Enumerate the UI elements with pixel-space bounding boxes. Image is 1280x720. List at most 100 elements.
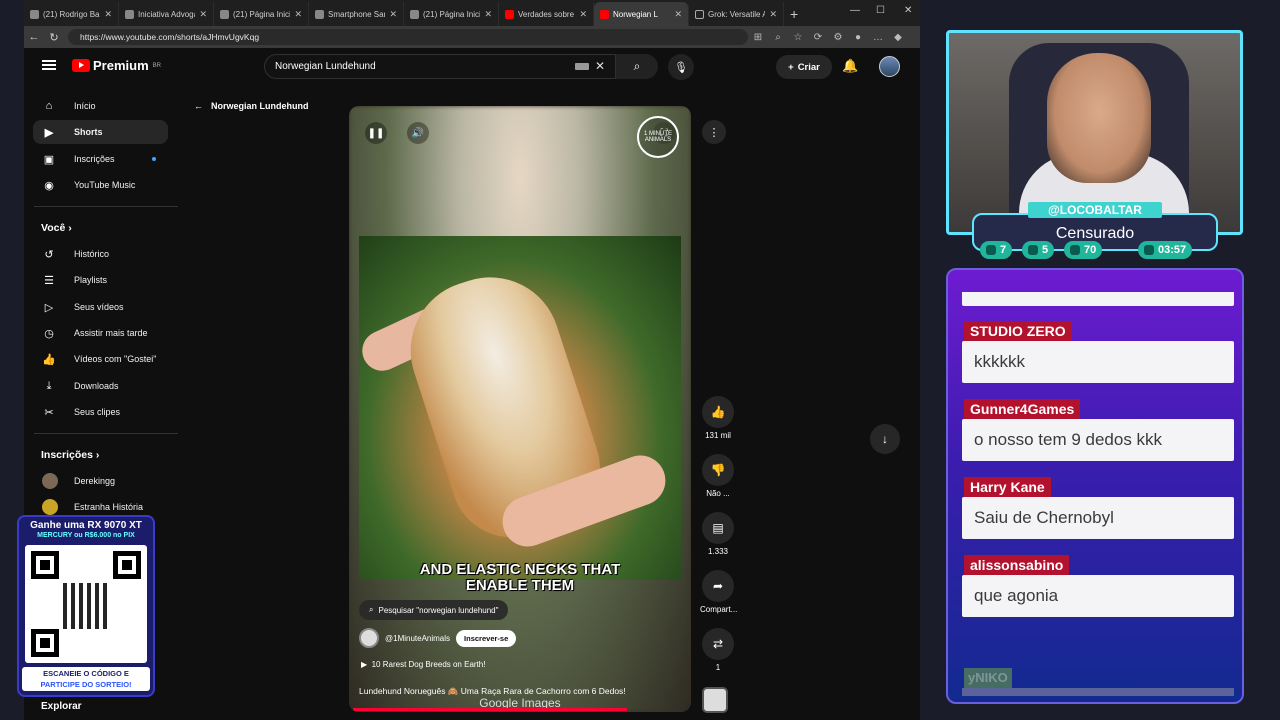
browser-tab[interactable]: (21) Rodrigo Balta✕ (24, 2, 119, 26)
avatar[interactable] (879, 56, 900, 77)
youtube-icon (1028, 245, 1038, 255)
close-window-icon[interactable]: ✕ (904, 5, 912, 16)
clips-icon: ✂ (44, 406, 54, 419)
browser-tab[interactable]: (21) Página Inicial✕ (214, 2, 309, 26)
close-tab-icon[interactable]: ✕ (769, 9, 777, 20)
browser-tab[interactable]: Iniciativa Advogad✕ (119, 2, 214, 26)
short-video-player[interactable]: ❚❚ 🔊 ⛶ 1 MINUTE ANIMALS AND ELASTIC NECK… (349, 106, 691, 712)
browser-tab[interactable]: Verdades sobre ti ✕ (499, 2, 594, 26)
share-icon: ➦ (702, 570, 734, 602)
close-tab-icon[interactable]: ✕ (579, 9, 587, 20)
playlist-link[interactable]: ▶ 10 Rarest Dog Breeds on Earth! (361, 660, 485, 669)
sound-thumbnail[interactable] (702, 687, 728, 713)
voice-search-button[interactable]: 🎙 (668, 54, 694, 80)
sidebar-item-history[interactable]: ↺ Histórico (33, 242, 168, 266)
sidebar-item-home[interactable]: ⌂ Início (33, 94, 168, 118)
close-tab-icon[interactable]: ✕ (484, 9, 492, 20)
chevron-right-icon: › (95, 449, 100, 461)
search-input[interactable]: Norwegian Lundehund ✕ (264, 54, 616, 79)
youtube-viewers: 5 (1022, 241, 1055, 259)
subscription-item[interactable]: Derekingg (33, 469, 168, 493)
youtube-logo[interactable]: Premium BR (72, 58, 161, 73)
chat-message: kkkkkk (962, 341, 1234, 383)
shorts-icon: ▶ (44, 126, 54, 139)
sidebar-item-liked[interactable]: 👍 Vídeos com "Gostei" (33, 347, 168, 371)
browser-tab[interactable]: Smartphone Sams✕ (309, 2, 404, 26)
caption-line: AND ELASTIC NECKS THAT (419, 561, 621, 578)
menu-icon[interactable]: … (868, 32, 888, 43)
copilot-icon[interactable]: ◆ (888, 32, 908, 43)
create-label: Criar (797, 61, 820, 73)
close-tab-icon[interactable]: ✕ (104, 9, 112, 20)
subscriptions-section-header[interactable]: Inscrições › (41, 449, 99, 461)
sidebar-item-shorts[interactable]: ▶ Shorts (33, 120, 168, 144)
search-button[interactable]: ⌕ (616, 54, 658, 79)
you-section-header[interactable]: Você › (41, 222, 72, 234)
comments-button[interactable]: ▤ 1.333 (700, 512, 736, 556)
sidebar-item-downloads[interactable]: ⤓ Downloads (33, 374, 168, 398)
pause-icon[interactable]: ❚❚ (365, 122, 387, 144)
sidebar-item-watch-later[interactable]: ◷ Assistir mais tarde (33, 321, 168, 345)
close-tab-icon[interactable]: ✕ (674, 9, 682, 20)
viewer-count: 5 (1042, 244, 1049, 256)
progress-bar[interactable] (353, 708, 627, 711)
url-field[interactable]: https://www.youtube.com/shorts/aJHmvUgvK… (68, 29, 748, 45)
sidebar-item-clips[interactable]: ✂ Seus clipes (33, 400, 168, 424)
twitch-icon (986, 245, 996, 255)
apps-icon[interactable]: ⊞ (748, 32, 768, 43)
back-icon[interactable]: ← (24, 31, 44, 43)
favorite-icon[interactable]: ☆ (788, 32, 808, 43)
profile-icon[interactable]: ● (848, 32, 868, 43)
channel-avatar (42, 473, 58, 489)
like-button[interactable]: 👍 131 mil (700, 396, 736, 440)
sidebar-item-music[interactable]: ◉ YouTube Music (33, 173, 168, 197)
timer-value: 03:57 (1158, 244, 1187, 256)
refresh-icon[interactable]: ⟳ (808, 32, 828, 43)
sidebar-item-your-videos[interactable]: ▷ Seus vídeos (33, 295, 168, 319)
create-button[interactable]: + Criar (776, 55, 832, 79)
explore-section-header: Explorar (41, 701, 82, 712)
channel-name[interactable]: @1MinuteAnimals (385, 634, 450, 643)
section-title: Explorar (41, 701, 82, 712)
subscription-item[interactable]: Estranha História (33, 495, 168, 519)
close-tab-icon[interactable]: ✕ (294, 9, 302, 20)
hamburger-menu-icon[interactable] (42, 60, 56, 70)
remix-button[interactable]: ⇄ 1 (700, 628, 736, 672)
caption-line: ENABLE THEM (465, 577, 575, 594)
shorts-back-row[interactable]: ← Norwegian Lundehund (194, 101, 309, 111)
qr-finder (31, 629, 59, 657)
extensions-icon[interactable]: ⚙ (828, 32, 848, 43)
sidebar-item-label: Seus vídeos (74, 302, 124, 312)
channel-avatar[interactable] (359, 628, 379, 648)
sidebar-item-subscriptions[interactable]: ▣ Inscrições (33, 147, 168, 171)
browser-tab[interactable]: (21) Página Inicial✕ (404, 2, 499, 26)
share-button[interactable]: ➦ Compart... (700, 570, 737, 614)
next-short-button[interactable]: ↓ (870, 424, 900, 454)
more-options-icon[interactable]: ⋮ (702, 120, 726, 144)
section-title: Você (41, 222, 66, 234)
close-tab-icon[interactable]: ✕ (389, 9, 397, 20)
clear-search-icon[interactable]: ✕ (595, 59, 605, 73)
related-search-chip[interactable]: ⌕ Pesquisar "norwegian lundehund" (359, 600, 509, 620)
sidebar-item-label: Playlists (74, 275, 108, 285)
volume-icon[interactable]: 🔊 (407, 122, 429, 144)
thumbs-down-icon: 👎 (702, 454, 734, 486)
youtube-icon (600, 9, 609, 19)
zoom-icon[interactable]: ⌕ (768, 32, 788, 43)
subscribe-button[interactable]: Inscrever-se (456, 629, 517, 647)
sidebar-item-label: Vídeos com "Gostei" (74, 354, 157, 364)
browser-tab-active[interactable]: Norwegian L ✕ (594, 2, 689, 26)
keyboard-icon[interactable] (575, 63, 589, 70)
dislike-button[interactable]: 👎 Não ... (700, 454, 736, 498)
watch-later-icon: ◷ (44, 327, 54, 340)
reload-icon[interactable]: ↻ (44, 31, 64, 44)
remix-icon: ⇄ (702, 628, 734, 660)
sidebar-item-playlists[interactable]: ☰ Playlists (33, 268, 168, 292)
notifications-icon[interactable]: 🔔 (842, 58, 858, 74)
maximize-icon[interactable]: ☐ (876, 5, 885, 16)
close-tab-icon[interactable]: ✕ (199, 9, 207, 20)
comment-count: 1.333 (707, 547, 729, 556)
browser-tab[interactable]: Grok: Versatile AI ✕ (689, 2, 784, 26)
new-tab-icon[interactable]: + (790, 2, 798, 26)
minimize-icon[interactable]: — (850, 5, 860, 16)
